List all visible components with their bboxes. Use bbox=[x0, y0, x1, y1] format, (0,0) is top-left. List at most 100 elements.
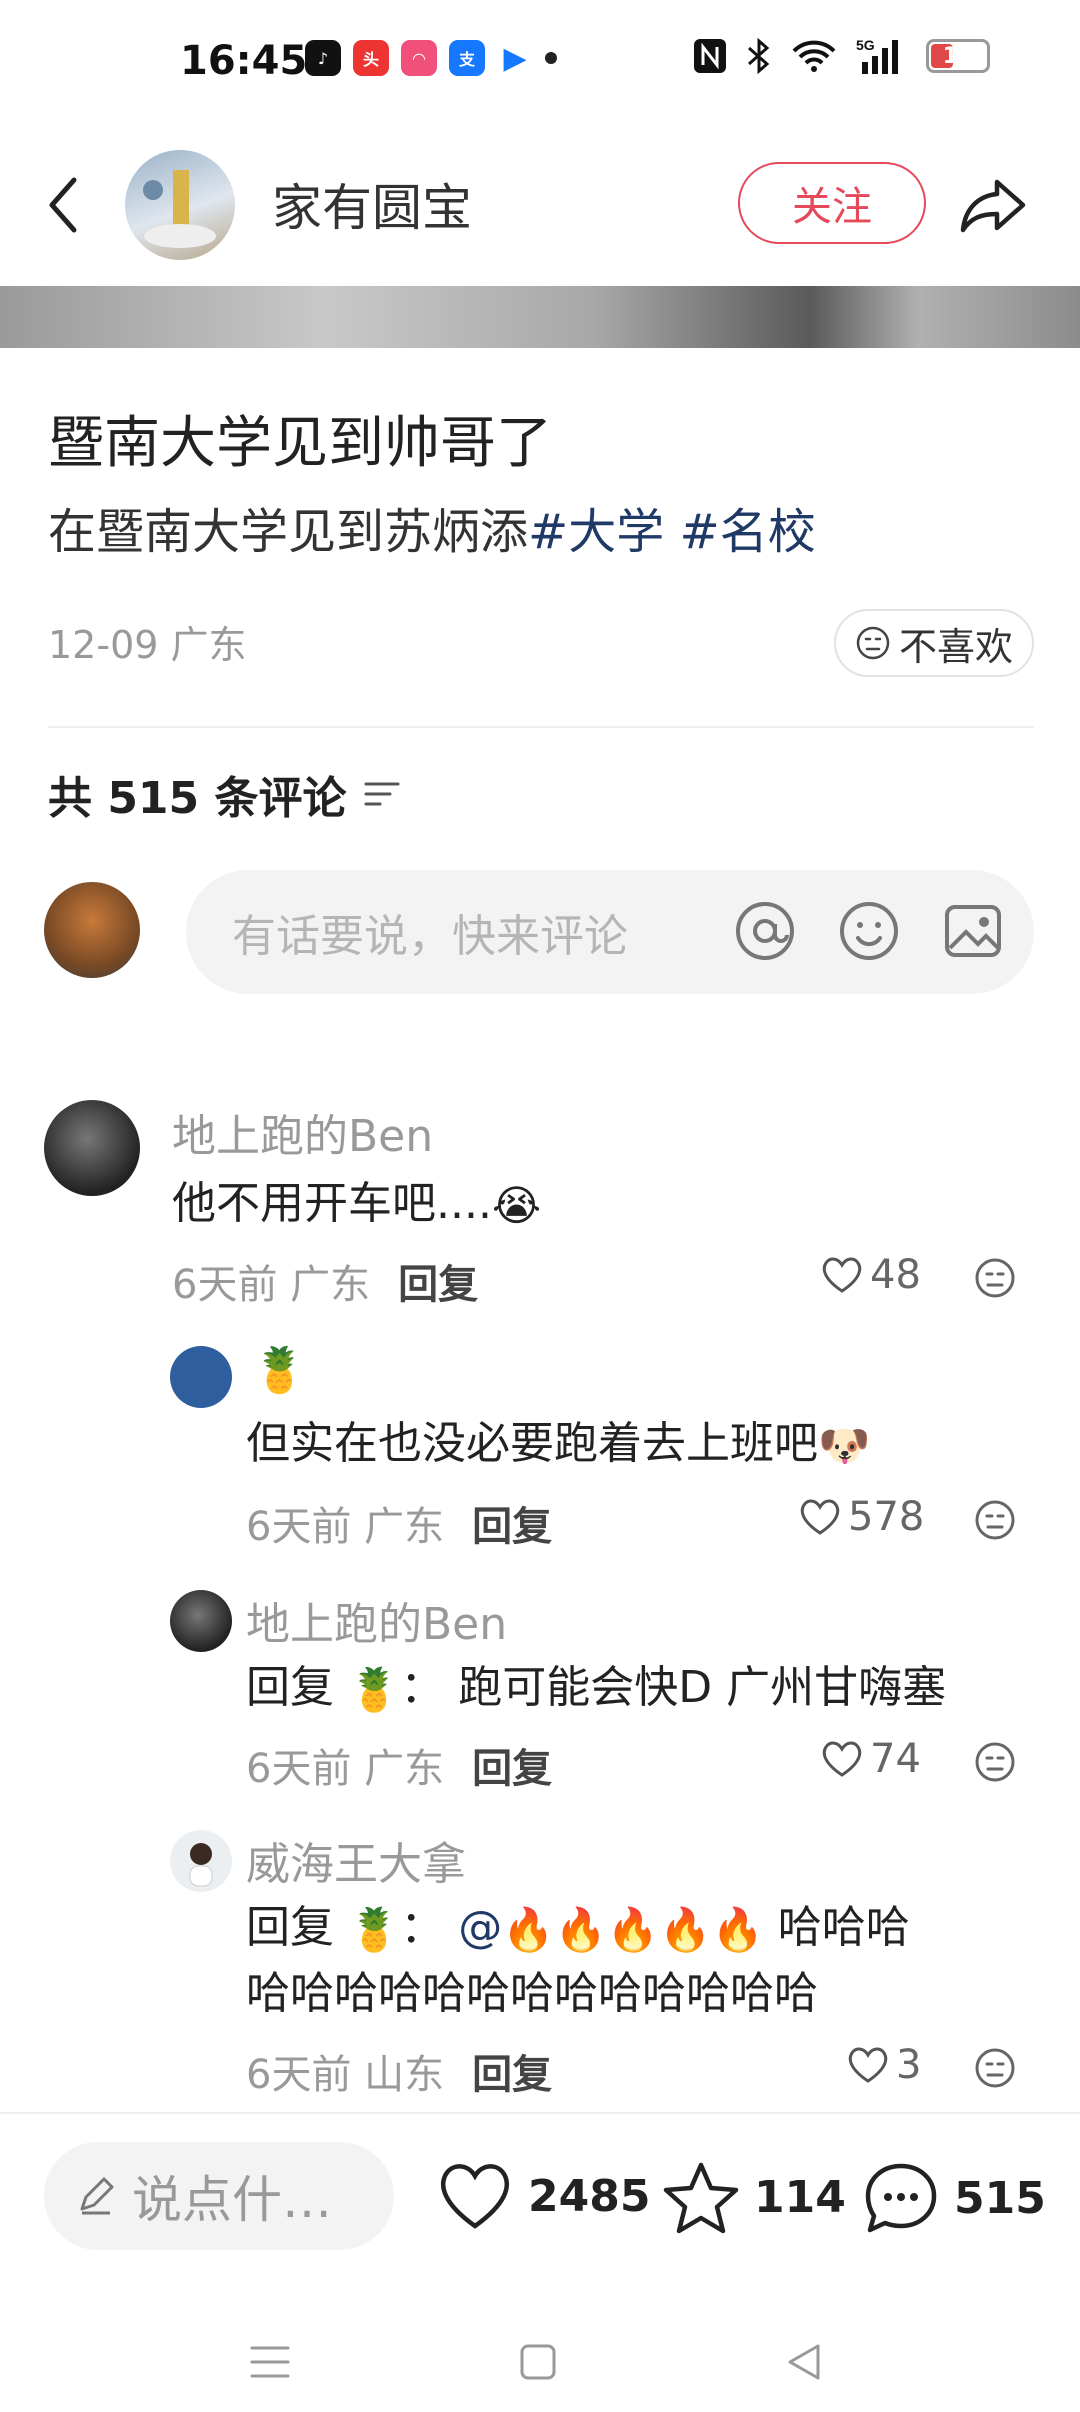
comment-dislike-icon[interactable] bbox=[973, 1498, 1017, 1542]
home-icon[interactable] bbox=[518, 2342, 558, 2382]
wifi-icon bbox=[792, 40, 836, 72]
comment-text[interactable]: 回复 🍍： @🔥🔥🔥🔥🔥 哈哈哈 哈哈哈哈哈哈哈哈哈哈哈哈哈 bbox=[246, 1896, 1006, 2026]
commenter-avatar[interactable] bbox=[170, 1346, 232, 1408]
my-avatar bbox=[44, 882, 140, 978]
back-icon[interactable] bbox=[36, 170, 96, 240]
signal-icon: 5G bbox=[856, 37, 898, 74]
comment-meta: 6天前 广东 回复 bbox=[246, 1736, 552, 1794]
dislike-label: 不喜欢 bbox=[898, 624, 1013, 669]
heart-icon bbox=[848, 2047, 888, 2083]
comment-like-button[interactable]: 3 bbox=[846, 2042, 921, 2088]
comment-like-button[interactable]: 578 bbox=[798, 1494, 924, 1540]
reply-button[interactable]: 回复 bbox=[472, 2042, 552, 2100]
comment-location: 山东 bbox=[364, 2052, 445, 2098]
author-avatar[interactable] bbox=[125, 150, 235, 260]
comment-like-button[interactable]: 74 bbox=[820, 1736, 921, 1782]
comment-dislike-icon[interactable] bbox=[973, 2046, 1017, 2090]
author-name[interactable]: 家有圆宝 bbox=[272, 168, 472, 240]
reply-prefix: 回复 bbox=[246, 1662, 334, 1713]
commenter-avatar[interactable] bbox=[170, 1590, 232, 1652]
nav-back-icon[interactable] bbox=[784, 2340, 824, 2384]
commenter-name[interactable]: 地上跑的Ben bbox=[172, 1100, 433, 1164]
comment-bubble-icon bbox=[865, 2163, 937, 2233]
post-location: 广东 bbox=[170, 623, 247, 667]
comment-body: 但实在也没必要跑着去上班吧 bbox=[246, 1418, 818, 1469]
reply-target[interactable]: 🍍 bbox=[348, 1898, 400, 1962]
star-icon bbox=[663, 2162, 739, 2234]
battery-level: 14 bbox=[942, 43, 974, 69]
neutral-face-icon bbox=[856, 626, 890, 660]
post-title: 暨南大学见到帅哥了 bbox=[48, 411, 552, 476]
mention-icon[interactable] bbox=[734, 900, 796, 962]
comment-count-header: 共 515 条评论 bbox=[48, 762, 402, 826]
favorite-button[interactable]: 114 bbox=[662, 2160, 846, 2234]
status-time: 16:45 bbox=[180, 38, 308, 84]
bluetooth-icon bbox=[748, 37, 770, 75]
commenter-name[interactable]: 地上跑的Ben bbox=[246, 1588, 507, 1652]
emoji-icon[interactable] bbox=[838, 900, 900, 962]
post-body: 在暨南大学见到苏炳添#大学 #名校 bbox=[48, 492, 816, 562]
comment-like-button[interactable]: 48 bbox=[820, 1252, 921, 1298]
pencil-icon bbox=[80, 2177, 114, 2215]
alipay-icon: 支 bbox=[449, 40, 485, 76]
comment-like-count: 578 bbox=[848, 1494, 925, 1540]
commenter-avatar[interactable] bbox=[44, 1100, 140, 1196]
reply-button[interactable]: 回复 bbox=[398, 1252, 478, 1310]
reply-button[interactable]: 回复 bbox=[472, 1736, 552, 1794]
heart-icon bbox=[822, 1257, 862, 1293]
comment-body: 他不用开车吧.... bbox=[172, 1178, 492, 1229]
comment-meta: 6天前 广东 回复 bbox=[246, 1494, 552, 1552]
comment-body-line1: 哈哈哈 bbox=[777, 1902, 910, 1953]
svg-text:5G: 5G bbox=[856, 37, 875, 53]
reply-target[interactable]: 🍍 bbox=[348, 1658, 400, 1722]
comment-like-count: 48 bbox=[870, 1252, 921, 1298]
dislike-button[interactable]: 不喜欢 bbox=[834, 609, 1034, 677]
heart-icon bbox=[800, 1499, 840, 1535]
comment-text[interactable]: 他不用开车吧....😭 bbox=[172, 1172, 541, 1238]
share-icon[interactable] bbox=[955, 170, 1031, 240]
commenter-name[interactable]: 🍍 bbox=[252, 1344, 307, 1396]
comment-count-bottom: 515 bbox=[954, 2172, 1046, 2224]
image-icon[interactable] bbox=[942, 900, 1004, 962]
fire-emojis: 🔥🔥🔥🔥🔥 bbox=[502, 1905, 764, 1954]
tiktok-icon: ♪ bbox=[305, 40, 341, 76]
comment-time: 6天前 bbox=[246, 1504, 352, 1550]
post-date: 12-09 bbox=[48, 623, 159, 667]
post-meta: 12-09 广东 bbox=[48, 614, 247, 669]
comment-time: 6天前 bbox=[246, 1746, 352, 1792]
comment-emoji: 😭 bbox=[491, 1181, 542, 1230]
comment-input[interactable]: 有话要说，快来评论 bbox=[186, 870, 1034, 994]
tag-daxue[interactable]: #大学 bbox=[528, 504, 664, 560]
favorite-count: 114 bbox=[754, 2171, 846, 2223]
reply-button[interactable]: 回复 bbox=[472, 1494, 552, 1552]
sort-icon[interactable] bbox=[362, 776, 402, 812]
comment-input-placeholder: 有话要说，快来评论 bbox=[232, 911, 628, 962]
mention[interactable]: @ bbox=[458, 1902, 502, 1953]
divider bbox=[48, 726, 1034, 728]
comment-like-count: 3 bbox=[896, 2042, 922, 2088]
tag-mingxiao[interactable]: #名校 bbox=[680, 504, 816, 560]
post-image-strip[interactable] bbox=[0, 286, 1080, 348]
comment-time: 6天前 bbox=[246, 2052, 352, 2098]
menu-icon[interactable] bbox=[248, 2342, 292, 2382]
comment-location: 广东 bbox=[364, 1504, 445, 1550]
comment-button[interactable]: 515 bbox=[862, 2160, 1046, 2236]
comment-dislike-icon[interactable] bbox=[973, 1256, 1017, 1300]
follow-button[interactable]: 关注 bbox=[738, 162, 926, 244]
comment-text[interactable]: 但实在也没必要跑着去上班吧🐶 bbox=[246, 1412, 870, 1478]
comment-text[interactable]: 回复 🍍： 跑可能会快D 广州甘嗨塞 bbox=[246, 1656, 946, 1722]
more-notifications-dot bbox=[545, 52, 557, 64]
comment-meta: 6天前 广东 回复 bbox=[172, 1252, 478, 1310]
heart-icon bbox=[822, 1741, 862, 1777]
play-icon: ▶ bbox=[497, 40, 533, 76]
post-text: 在暨南大学见到苏炳添 bbox=[48, 504, 529, 560]
comment-dislike-icon[interactable] bbox=[973, 1740, 1017, 1784]
say-something-input[interactable]: 说点什… bbox=[44, 2142, 394, 2250]
bottom-divider bbox=[0, 2112, 1080, 2114]
commenter-avatar[interactable] bbox=[170, 1830, 232, 1892]
status-app-icons: ♪ 头 ◠ 支 ▶ bbox=[305, 40, 557, 76]
heart-icon bbox=[441, 2164, 509, 2229]
like-button[interactable]: 2485 bbox=[436, 2160, 650, 2232]
system-nav-bar bbox=[0, 2300, 1080, 2412]
commenter-name[interactable]: 威海王大拿 bbox=[246, 1828, 466, 1892]
